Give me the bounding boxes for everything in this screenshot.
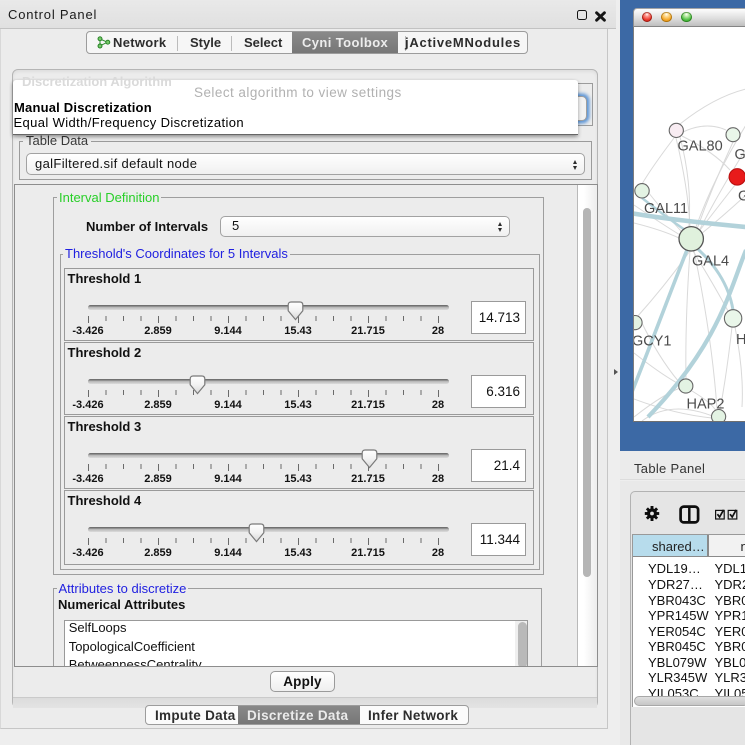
svg-text:GA: GA bbox=[734, 147, 745, 163]
svg-text:GAL11: GAL11 bbox=[644, 201, 688, 217]
svg-text:G: G bbox=[738, 189, 745, 205]
svg-text:H: H bbox=[736, 332, 745, 348]
svg-text:GAL80: GAL80 bbox=[677, 139, 722, 155]
svg-text:GCY1: GCY1 bbox=[634, 334, 672, 350]
svg-text:HAP2: HAP2 bbox=[686, 397, 724, 413]
svg-text:GAL4: GAL4 bbox=[692, 254, 729, 270]
